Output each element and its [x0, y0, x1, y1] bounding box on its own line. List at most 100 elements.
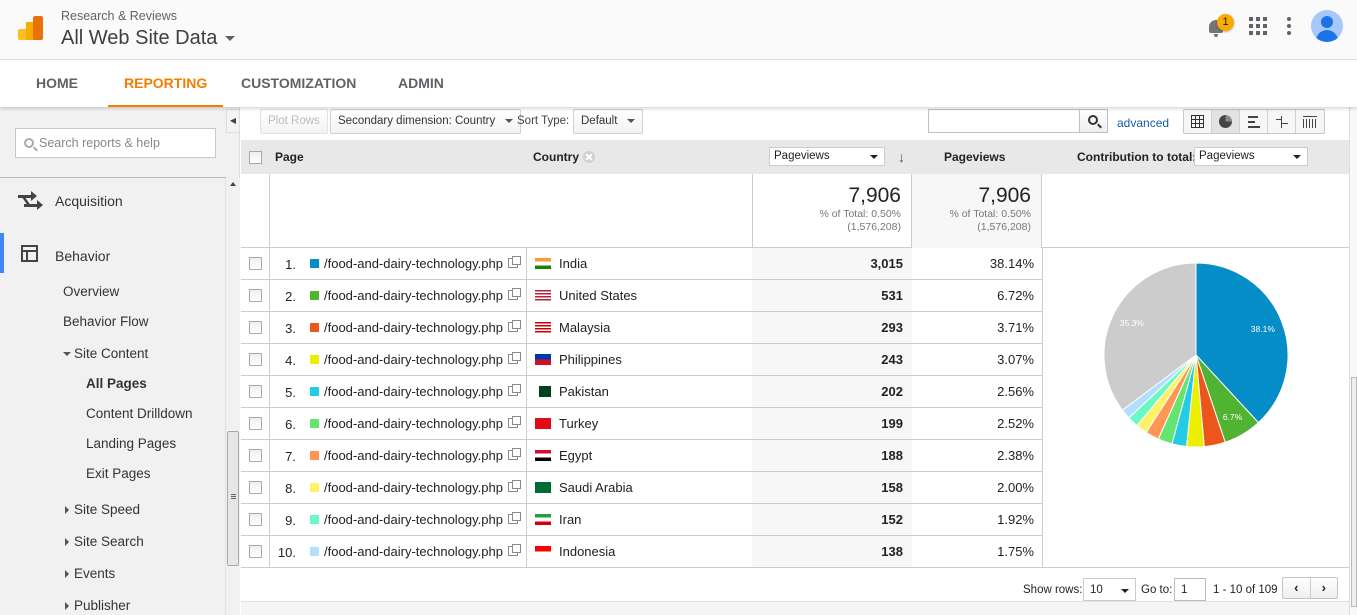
sidebar-item-content-drilldown[interactable]: Content Drilldown: [86, 406, 193, 421]
row-checkbox[interactable]: [249, 321, 262, 334]
apps-grid-icon[interactable]: [1249, 17, 1267, 35]
page-link[interactable]: /food-and-dairy-technology.php: [324, 320, 503, 335]
open-external-icon[interactable]: [508, 448, 521, 460]
column-header-page[interactable]: Page: [275, 150, 304, 164]
country-link[interactable]: Philippines: [559, 352, 622, 367]
open-external-icon[interactable]: [508, 416, 521, 428]
row-checkbox[interactable]: [249, 481, 262, 494]
sidebar-item-site-search[interactable]: Site Search: [65, 534, 144, 549]
country-link[interactable]: India: [559, 256, 587, 271]
scrollbar-thumb[interactable]: [1351, 377, 1357, 607]
show-rows-select[interactable]: 10: [1083, 578, 1136, 601]
open-external-icon[interactable]: [508, 352, 521, 364]
row-checkbox[interactable]: [249, 545, 262, 558]
goto-page-input[interactable]: 1: [1174, 578, 1206, 601]
prev-page-button[interactable]: ‹: [1283, 578, 1311, 598]
open-external-icon[interactable]: [508, 480, 521, 492]
tab-reporting[interactable]: REPORTING: [107, 60, 224, 107]
advanced-filter-link[interactable]: advanced: [1117, 116, 1169, 130]
sidebar-item-site-speed[interactable]: Site Speed: [65, 502, 140, 517]
analytics-logo-icon[interactable]: [18, 16, 44, 42]
view-comparison-button[interactable]: [1268, 110, 1296, 133]
row-checkbox[interactable]: [249, 353, 262, 366]
plot-rows-button[interactable]: Plot Rows: [260, 109, 328, 134]
open-external-icon[interactable]: [508, 544, 521, 556]
select-all-checkbox[interactable]: [249, 151, 262, 164]
sidebar-item-overview[interactable]: Overview: [63, 284, 119, 299]
open-external-icon[interactable]: [508, 384, 521, 396]
tab-admin[interactable]: ADMIN: [398, 60, 444, 107]
column-header-country[interactable]: Country: [533, 150, 595, 164]
view-data-table-button[interactable]: [1184, 110, 1212, 133]
sidebar-item-exit-pages[interactable]: Exit Pages: [86, 466, 151, 481]
open-external-icon[interactable]: [508, 512, 521, 524]
pageviews-cell: 243: [752, 344, 912, 375]
page-link[interactable]: /food-and-dairy-technology.php: [324, 448, 503, 463]
country-link[interactable]: Pakistan: [559, 384, 609, 399]
account-avatar-icon[interactable]: [1311, 10, 1343, 42]
row-checkbox[interactable]: [249, 449, 262, 462]
page-link[interactable]: /food-and-dairy-technology.php: [324, 288, 503, 303]
sidebar-item-all-pages[interactable]: All Pages: [86, 376, 147, 391]
sidebar-item-publisher[interactable]: Publisher: [65, 598, 130, 613]
country-link[interactable]: Indonesia: [559, 544, 615, 559]
next-page-button[interactable]: ›: [1311, 578, 1338, 598]
country-link[interactable]: Saudi Arabia: [559, 480, 633, 495]
sidebar-item-behavior-flow[interactable]: Behavior Flow: [63, 314, 149, 329]
secondary-dimension-label: Secondary dimension: Country: [338, 115, 496, 127]
page-link[interactable]: /food-and-dairy-technology.php: [324, 416, 503, 431]
remove-dimension-icon[interactable]: [583, 151, 595, 163]
row-checkbox[interactable]: [249, 289, 262, 302]
bar-chart-icon: [1247, 115, 1260, 128]
country-link[interactable]: Malaysia: [559, 320, 610, 335]
summary-row: 7,906 % of Total: 0.50% (1,576,208) 7,90…: [241, 174, 1349, 248]
country-flag-icon: [535, 482, 551, 493]
secondary-dimension-select[interactable]: Secondary dimension: Country: [330, 109, 522, 134]
metric-select[interactable]: Pageviews: [769, 147, 885, 166]
page-link[interactable]: /food-and-dairy-technology.php: [324, 480, 503, 495]
sort-type-select[interactable]: Default: [573, 109, 644, 134]
tab-customization[interactable]: CUSTOMIZATION: [241, 60, 356, 107]
table-filter-search-button[interactable]: [1079, 109, 1108, 133]
country-link[interactable]: United States: [559, 288, 637, 303]
summary-pct: % of Total: 0.50%: [949, 208, 1031, 220]
sidebar-item-site-content[interactable]: Site Content: [63, 346, 148, 361]
tab-home[interactable]: HOME: [36, 60, 78, 107]
contribution-select[interactable]: Pageviews: [1194, 147, 1308, 166]
view-pivot-button[interactable]: [1296, 110, 1324, 133]
sidebar-item-behavior[interactable]: Behavior: [55, 248, 110, 264]
search-reports-input[interactable]: Search reports & help: [15, 128, 216, 158]
open-external-icon[interactable]: [508, 320, 521, 332]
country-link[interactable]: Turkey: [559, 416, 598, 431]
row-checkbox[interactable]: [249, 513, 262, 526]
view-percentage-button[interactable]: [1212, 110, 1240, 133]
country-link[interactable]: Iran: [559, 512, 581, 527]
column-header-pageviews[interactable]: Pageviews: [944, 150, 1005, 164]
scrollbar-thumb[interactable]: [227, 431, 239, 566]
page-link[interactable]: /food-and-dairy-technology.php: [324, 256, 503, 271]
sidebar-item-acquisition[interactable]: Acquisition: [55, 193, 123, 209]
open-external-icon[interactable]: [508, 256, 521, 268]
collapse-sidebar-button[interactable]: ◀: [226, 109, 240, 133]
page-link[interactable]: /food-and-dairy-technology.php: [324, 544, 503, 559]
row-checkbox[interactable]: [249, 417, 262, 430]
report-main: Plot Rows Secondary dimension: Country S…: [241, 107, 1357, 615]
sidebar-scrollbar[interactable]: [225, 178, 240, 615]
sort-descending-icon[interactable]: ↓: [898, 149, 905, 165]
open-external-icon[interactable]: [508, 288, 521, 300]
country-link[interactable]: Egypt: [559, 448, 592, 463]
scroll-up-icon[interactable]: [230, 182, 236, 186]
view-performance-button[interactable]: [1240, 110, 1268, 133]
property-view-selector[interactable]: All Web Site Data: [61, 27, 236, 50]
page-link[interactable]: /food-and-dairy-technology.php: [324, 352, 503, 367]
row-checkbox[interactable]: [249, 385, 262, 398]
page-link[interactable]: /food-and-dairy-technology.php: [324, 512, 503, 527]
sidebar-item-landing-pages[interactable]: Landing Pages: [86, 436, 176, 451]
more-vert-icon[interactable]: [1287, 17, 1291, 35]
page-link[interactable]: /food-and-dairy-technology.php: [324, 384, 503, 399]
notifications-button[interactable]: 1: [1205, 14, 1234, 38]
row-checkbox[interactable]: [249, 257, 262, 270]
sidebar-item-events[interactable]: Events: [65, 566, 115, 581]
behavior-layout-icon: [21, 245, 38, 262]
page-scrollbar[interactable]: [1349, 107, 1357, 615]
